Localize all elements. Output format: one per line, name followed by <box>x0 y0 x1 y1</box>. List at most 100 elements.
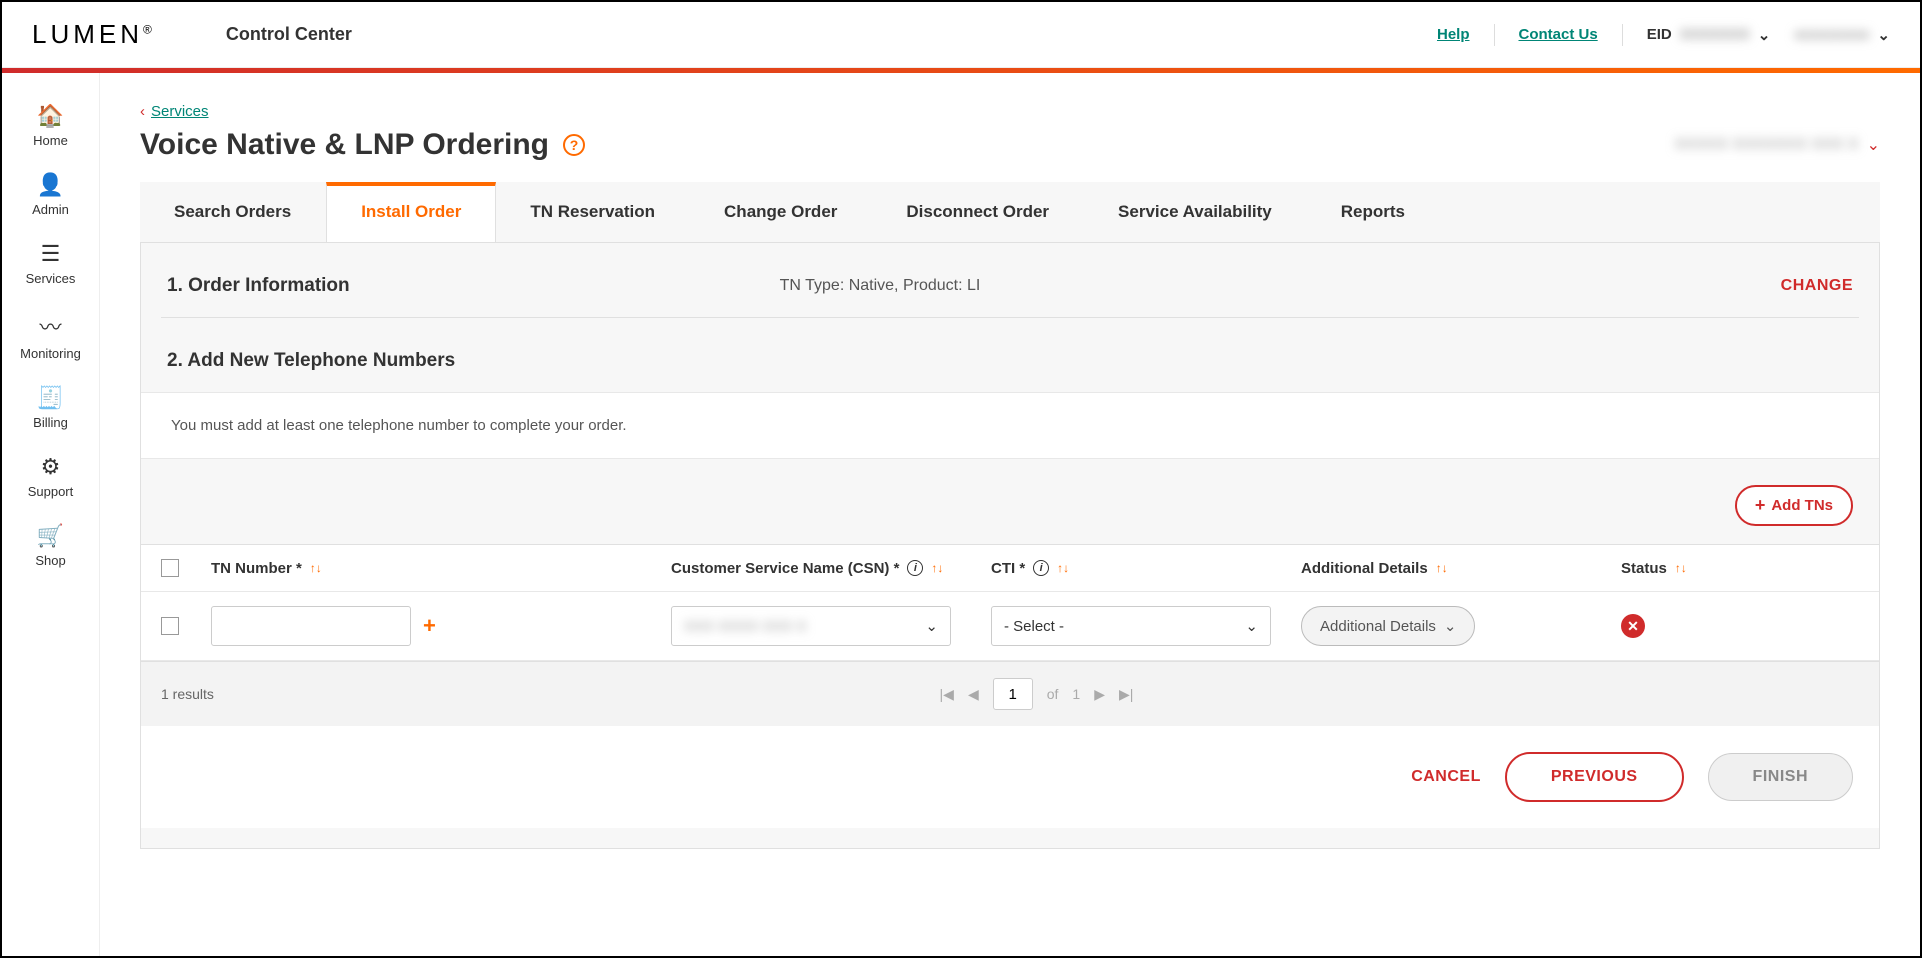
tn-number-input[interactable] <box>211 606 411 646</box>
contact-link[interactable]: Contact Us <box>1519 26 1598 43</box>
nav-support[interactable]: ⚙ Support <box>2 442 99 511</box>
header-right: Help Contact Us EID XXXXXXX ⌄ xxxxxxxxx … <box>1437 24 1890 46</box>
prev-page-icon[interactable]: ◀ <box>968 686 979 703</box>
chevron-down-icon: ⌄ <box>1245 617 1258 635</box>
next-page-icon[interactable]: ▶ <box>1094 686 1105 703</box>
row-checkbox[interactable] <box>161 617 179 635</box>
toolbar: + Add TNs <box>141 459 1879 544</box>
step-2-row: 2. Add New Telephone Numbers <box>141 318 1879 392</box>
info-icon[interactable]: i <box>907 560 923 576</box>
step-2-label: 2. Add New Telephone Numbers <box>167 350 455 372</box>
additional-details-button[interactable]: Additional Details ⌄ <box>1301 606 1475 646</box>
info-icon[interactable]: i <box>1033 560 1049 576</box>
cancel-button[interactable]: CANCEL <box>1411 768 1481 786</box>
user-value: xxxxxxxxx <box>1794 26 1869 43</box>
previous-button[interactable]: PREVIOUS <box>1505 752 1684 802</box>
cart-icon: 🛒 <box>37 523 64 549</box>
user-icon: 👤 <box>37 172 64 198</box>
form-body: 1. Order Information TN Type: Native, Pr… <box>140 243 1880 849</box>
tab-reports[interactable]: Reports <box>1307 182 1440 242</box>
step-2-body: You must add at least one telephone numb… <box>141 392 1879 828</box>
nav-label: Home <box>33 133 68 148</box>
chevron-down-icon: ⌄ <box>925 617 938 635</box>
list-icon: ☰ <box>41 241 61 267</box>
add-row-icon[interactable]: + <box>423 613 436 639</box>
nav-shop[interactable]: 🛒 Shop <box>2 511 99 580</box>
nav-label: Billing <box>33 415 68 430</box>
account-dropdown[interactable]: XXXXX XXXXXXX XXX X ⌄ <box>1675 135 1881 155</box>
of-label: of <box>1047 686 1059 702</box>
gear-icon: ⚙ <box>41 454 61 480</box>
csn-select[interactable]: XXX XXXX XXX X ⌄ <box>671 606 951 646</box>
tn-table: TN Number *↑↓ Customer Service Name (CSN… <box>141 544 1879 828</box>
nav-monitoring[interactable]: 〰 Monitoring <box>2 298 99 373</box>
step-1-row: 1. Order Information TN Type: Native, Pr… <box>141 243 1879 317</box>
logo: LUMEN® <box>32 19 156 50</box>
page-title: Voice Native & LNP Ordering <box>140 128 549 162</box>
divider <box>1622 24 1623 46</box>
activity-icon: 〰 <box>39 310 61 342</box>
sort-icon: ↑↓ <box>1057 561 1069 575</box>
cti-select[interactable]: - Select - ⌄ <box>991 606 1271 646</box>
tab-service-availability[interactable]: Service Availability <box>1084 182 1307 242</box>
first-page-icon[interactable]: |◀ <box>940 686 954 703</box>
tab-tn-reservation[interactable]: TN Reservation <box>496 182 690 242</box>
receipt-icon: 🧾 <box>37 385 64 411</box>
breadcrumb-services[interactable]: Services <box>151 103 209 120</box>
step-1-meta: TN Type: Native, Product: LI <box>780 277 981 295</box>
select-all-checkbox[interactable] <box>161 559 179 577</box>
nav-label: Support <box>28 484 74 499</box>
change-button[interactable]: CHANGE <box>1781 277 1853 295</box>
nav-label: Monitoring <box>20 346 81 361</box>
eid-label: EID <box>1647 26 1672 43</box>
status-error-icon: ✕ <box>1621 614 1645 638</box>
sort-icon: ↑↓ <box>1675 561 1687 575</box>
home-icon: 🏠 <box>37 103 64 129</box>
nav-admin[interactable]: 👤Admin <box>2 160 99 229</box>
info-banner: You must add at least one telephone numb… <box>141 392 1879 459</box>
footer-actions: CANCEL PREVIOUS FINISH <box>141 726 1879 828</box>
sort-icon: ↑↓ <box>1436 561 1448 575</box>
global-header: LUMEN® Control Center Help Contact Us EI… <box>2 2 1920 68</box>
step-1-label: 1. Order Information <box>167 275 350 297</box>
details-label: Additional Details <box>1320 618 1436 635</box>
csn-value: XXX XXXX XXX X <box>684 618 807 635</box>
nav-services[interactable]: ☰Services <box>2 229 99 298</box>
divider <box>1494 24 1495 46</box>
nav-billing[interactable]: 🧾 Billing <box>2 373 99 442</box>
chevron-down-icon: ⌄ <box>1444 617 1457 635</box>
chevron-left-icon: ‹ <box>140 103 145 120</box>
main-content: ‹ Services Voice Native & LNP Ordering ?… <box>100 73 1920 956</box>
tab-search-orders[interactable]: Search Orders <box>140 182 326 242</box>
chevron-down-icon: ⌄ <box>1758 26 1771 44</box>
chevron-down-icon: ⌄ <box>1877 26 1890 44</box>
table-header: TN Number *↑↓ Customer Service Name (CSN… <box>141 545 1879 592</box>
help-link[interactable]: Help <box>1437 26 1470 43</box>
finish-button: FINISH <box>1708 753 1853 801</box>
last-page-icon[interactable]: ▶| <box>1119 686 1133 703</box>
add-tns-button[interactable]: + Add TNs <box>1735 485 1853 526</box>
tab-install-order[interactable]: Install Order <box>326 182 496 242</box>
tab-disconnect-order[interactable]: Disconnect Order <box>872 182 1084 242</box>
plus-icon: + <box>1755 495 1766 516</box>
chevron-down-icon: ⌄ <box>1867 135 1880 155</box>
sort-icon: ↑↓ <box>931 561 943 575</box>
eid-value: XXXXXXX <box>1680 26 1750 43</box>
help-icon[interactable]: ? <box>563 134 585 156</box>
col-tn-number[interactable]: TN Number *↑↓ <box>211 560 671 577</box>
tab-change-order[interactable]: Change Order <box>690 182 872 242</box>
eid-dropdown[interactable]: EID XXXXXXX ⌄ <box>1647 26 1771 44</box>
col-additional-details[interactable]: Additional Details↑↓ <box>1301 560 1621 577</box>
page-input[interactable] <box>993 678 1033 710</box>
col-cti[interactable]: CTI *i↑↓ <box>991 560 1301 577</box>
add-tns-label: Add TNs <box>1771 497 1833 514</box>
sort-icon: ↑↓ <box>310 561 322 575</box>
user-dropdown[interactable]: xxxxxxxxx ⌄ <box>1794 26 1890 44</box>
col-csn[interactable]: Customer Service Name (CSN) *i↑↓ <box>671 560 991 577</box>
account-label: XXXXX XXXXXXX XXX X <box>1675 136 1859 154</box>
nav-home[interactable]: 🏠 Home <box>2 91 99 160</box>
nav-label: Shop <box>35 553 65 568</box>
col-status[interactable]: Status↑↓ <box>1621 560 1869 577</box>
breadcrumb: ‹ Services <box>140 103 1880 120</box>
cti-placeholder: - Select - <box>1004 618 1064 635</box>
